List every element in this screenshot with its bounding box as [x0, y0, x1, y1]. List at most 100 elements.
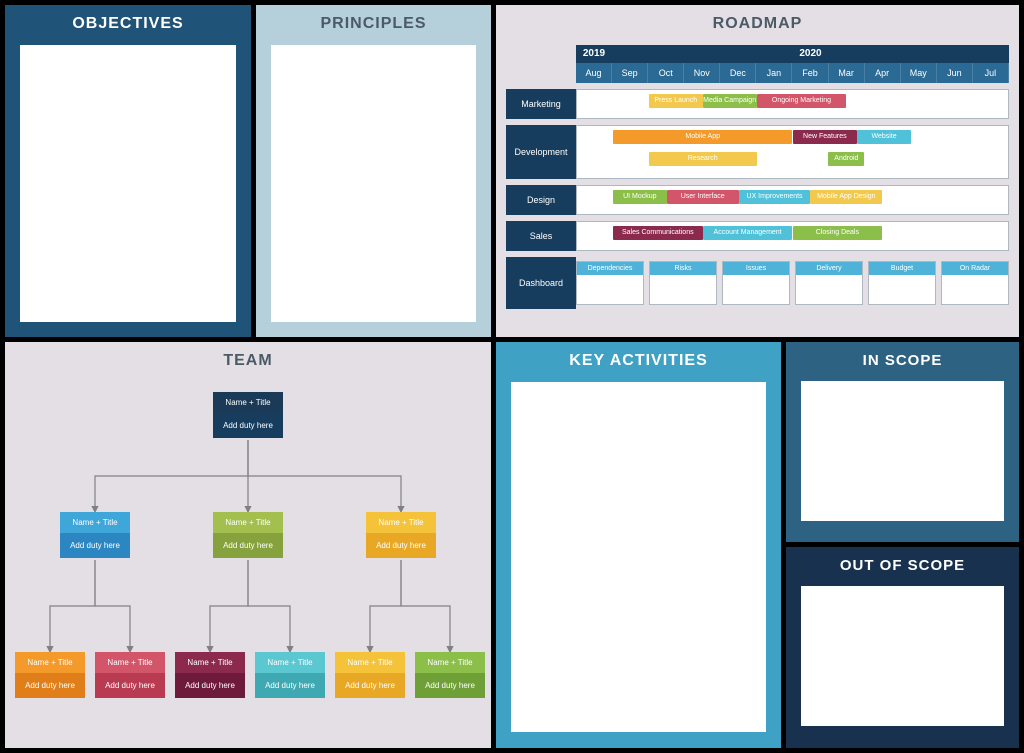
dashboard-card-title: Issues — [723, 262, 789, 275]
dashboard-card-title: Delivery — [796, 262, 862, 275]
team-node[interactable]: Name + TitleAdd duty here — [15, 652, 85, 698]
team-node-title: Name + Title — [175, 652, 245, 673]
roadmap-row-label: Sales — [506, 221, 576, 251]
roadmap-row-label: Design — [506, 185, 576, 215]
roadmap-months-row: AugSepOctNovDecJanFebMarAprMayJunJul — [576, 63, 1009, 83]
roadmap-years-row: 2019 2020 — [576, 45, 1009, 63]
roadmap-bar[interactable]: Research — [649, 152, 757, 166]
roadmap-month: Dec — [720, 63, 756, 83]
roadmap-row-body[interactable]: Sales CommunicationsAccount ManagementCl… — [576, 221, 1009, 251]
roadmap-bar[interactable]: Ongoing Marketing — [757, 94, 847, 108]
roadmap-month: Aug — [576, 63, 612, 83]
roadmap-month: Apr — [865, 63, 901, 83]
roadmap-row: DevelopmentMobile AppNew FeaturesWebsite… — [506, 125, 1009, 179]
out-of-scope-title: OUT OF SCOPE — [786, 547, 1019, 586]
roadmap-bar[interactable]: Mobile App — [613, 130, 793, 144]
roadmap-month: Sep — [612, 63, 648, 83]
team-node-duty: Add duty here — [175, 673, 245, 698]
roadmap-month: Nov — [684, 63, 720, 83]
roadmap-title: ROADMAP — [496, 5, 1019, 45]
key-activities-panel: KEY ACTIVITIES — [496, 342, 781, 748]
roadmap-row-label: Marketing — [506, 89, 576, 119]
team-node[interactable]: Name + TitleAdd duty here — [95, 652, 165, 698]
in-scope-panel: IN SCOPE — [786, 342, 1019, 542]
team-node-title: Name + Title — [95, 652, 165, 673]
team-node-title: Name + Title — [15, 652, 85, 673]
dashboard-card[interactable]: Issues — [722, 261, 790, 305]
team-node[interactable]: Name + TitleAdd duty here — [415, 652, 485, 698]
out-of-scope-content[interactable] — [801, 586, 1004, 726]
roadmap-year: 2019 — [576, 45, 612, 63]
objectives-title: OBJECTIVES — [5, 5, 251, 45]
team-node-duty: Add duty here — [213, 533, 283, 558]
key-activities-content[interactable] — [511, 382, 766, 732]
dashboard-card-title: Budget — [869, 262, 935, 275]
key-activities-title: KEY ACTIVITIES — [496, 342, 781, 382]
team-node-title: Name + Title — [255, 652, 325, 673]
in-scope-title: IN SCOPE — [786, 342, 1019, 381]
roadmap-bar[interactable]: Android — [828, 152, 864, 166]
team-node[interactable]: Name + TitleAdd duty here — [213, 512, 283, 558]
roadmap-panel: ROADMAP 2019 2020 AugSepOctNovDecJanFebM… — [496, 5, 1019, 337]
team-node-duty: Add duty here — [15, 673, 85, 698]
team-node[interactable]: Name + TitleAdd duty here — [60, 512, 130, 558]
dashboard-card[interactable]: On Radar — [941, 261, 1009, 305]
roadmap-bar[interactable]: Mobile App Design — [810, 190, 882, 204]
principles-content[interactable] — [271, 45, 476, 322]
team-node-title: Name + Title — [213, 512, 283, 533]
dashboard-card[interactable]: Budget — [868, 261, 936, 305]
roadmap-row-body[interactable]: Press LaunchMedia CampaignOngoing Market… — [576, 89, 1009, 119]
team-node-duty: Add duty here — [415, 673, 485, 698]
team-node-duty: Add duty here — [60, 533, 130, 558]
objectives-panel: OBJECTIVES — [5, 5, 251, 337]
roadmap-bar[interactable]: New Features — [793, 130, 858, 144]
team-node-title: Name + Title — [366, 512, 436, 533]
roadmap-row-body[interactable]: UI MockupUser InterfaceUX ImprovementsMo… — [576, 185, 1009, 215]
principles-panel: PRINCIPLES — [256, 5, 491, 337]
roadmap-row-label: Dashboard — [506, 257, 576, 309]
roadmap-dashboard-row: DashboardDependencies Risks Issues Delivery… — [506, 257, 1009, 309]
dashboard-card[interactable]: Dependencies — [576, 261, 644, 305]
dashboard-card[interactable]: Risks — [649, 261, 717, 305]
team-node[interactable]: Name + TitleAdd duty here — [175, 652, 245, 698]
team-node-title: Name + Title — [415, 652, 485, 673]
team-node-title: Name + Title — [213, 392, 283, 413]
dashboard-card-title: Dependencies — [577, 262, 643, 275]
team-node-duty: Add duty here — [366, 533, 436, 558]
team-panel: TEAM Name + TitleAdd duty hereName + Tit… — [5, 342, 491, 748]
roadmap-month: Oct — [648, 63, 684, 83]
team-node[interactable]: Name + TitleAdd duty here — [255, 652, 325, 698]
roadmap-month: May — [901, 63, 937, 83]
objectives-content[interactable] — [20, 45, 236, 322]
team-node-title: Name + Title — [60, 512, 130, 533]
roadmap-month: Jun — [937, 63, 973, 83]
roadmap-row-label: Development — [506, 125, 576, 179]
team-node-duty: Add duty here — [335, 673, 405, 698]
roadmap-row: SalesSales CommunicationsAccount Managem… — [506, 221, 1009, 251]
roadmap-bar[interactable]: Account Management — [703, 226, 793, 240]
team-node[interactable]: Name + TitleAdd duty here — [213, 392, 283, 438]
team-node-duty: Add duty here — [255, 673, 325, 698]
team-node[interactable]: Name + TitleAdd duty here — [335, 652, 405, 698]
roadmap-month: Jan — [756, 63, 792, 83]
roadmap-bar[interactable]: Press Launch — [649, 94, 703, 108]
dashboard-card[interactable]: Delivery — [795, 261, 863, 305]
principles-title: PRINCIPLES — [256, 5, 491, 45]
roadmap-bar[interactable]: Website — [857, 130, 911, 144]
dashboard-card-title: On Radar — [942, 262, 1008, 275]
roadmap-bar[interactable]: Closing Deals — [793, 226, 883, 240]
roadmap-bar[interactable]: Sales Communications — [613, 226, 703, 240]
roadmap-bar[interactable]: Media Campaign — [703, 94, 757, 108]
roadmap-row: MarketingPress LaunchMedia CampaignOngoi… — [506, 89, 1009, 119]
team-node-duty: Add duty here — [95, 673, 165, 698]
in-scope-content[interactable] — [801, 381, 1004, 521]
roadmap-bar[interactable]: UX Improvements — [739, 190, 811, 204]
roadmap-row-body[interactable]: Mobile AppNew FeaturesWebsite Research And… — [576, 125, 1009, 179]
roadmap-bar[interactable]: User Interface — [667, 190, 739, 204]
team-node[interactable]: Name + TitleAdd duty here — [366, 512, 436, 558]
team-title: TEAM — [5, 342, 491, 382]
roadmap-month: Mar — [829, 63, 865, 83]
roadmap-row: DesignUI MockupUser InterfaceUX Improvem… — [506, 185, 1009, 215]
roadmap-bar[interactable]: UI Mockup — [613, 190, 667, 204]
roadmap-month: Jul — [973, 63, 1009, 83]
